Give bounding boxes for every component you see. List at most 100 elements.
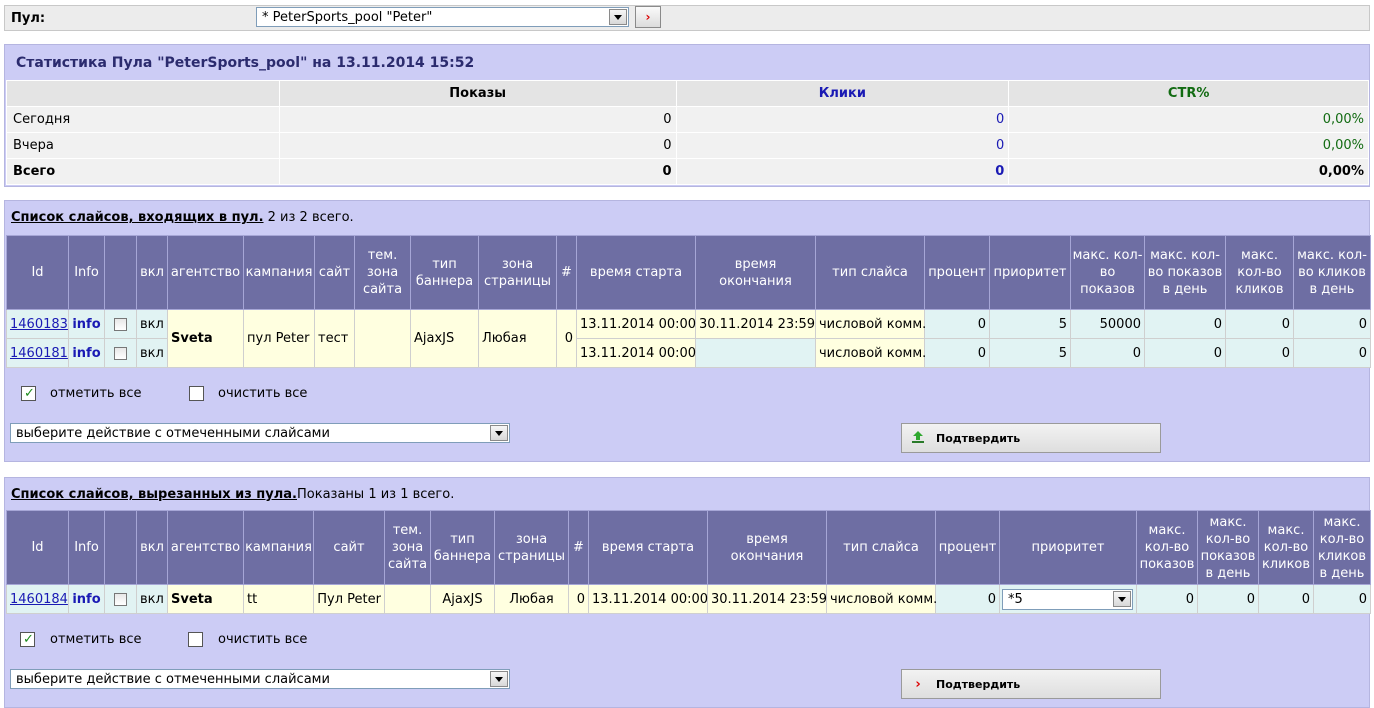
- pool-select-value: * PeterSports_pool "Peter": [262, 9, 433, 25]
- slice-end: 30.11.2014 23:59: [695, 309, 816, 339]
- slice-info-link[interactable]: info: [72, 346, 100, 361]
- slice-priority: 5: [989, 309, 1071, 339]
- col-max-clicks: макс. кол-во кликов: [1258, 510, 1314, 585]
- stats-row-label: Вчера: [6, 132, 280, 159]
- slice-id-link[interactable]: 1460181: [10, 346, 68, 361]
- slice-percent: 0: [924, 338, 990, 368]
- col-id[interactable]: Id: [6, 235, 69, 310]
- chevron-down-icon: [1113, 591, 1131, 607]
- slice-campaign: пул Peter: [243, 309, 315, 368]
- included-confirm-button[interactable]: Подтвердить: [901, 423, 1161, 453]
- col-max-views-day: макс. кол-во показов в день: [1144, 235, 1226, 310]
- pool-go-button[interactable]: ›: [635, 6, 661, 28]
- slice-info-link[interactable]: info: [72, 592, 100, 607]
- col-max-views: макс. кол-во показов: [1136, 510, 1198, 585]
- excluded-title: Список слайсов, вырезанных из пула.Показ…: [11, 487, 454, 502]
- slice-max-clicks-day: 0: [1293, 338, 1371, 368]
- check-all-control[interactable]: ✓ отметить все: [20, 632, 142, 647]
- stats-clicks: 0: [675, 106, 1010, 133]
- clear-all-control[interactable]: очистить все: [189, 386, 307, 401]
- slice-site: тест: [314, 309, 355, 368]
- col-max-clicks: макс. кол-во кликов: [1225, 235, 1294, 310]
- col-banner: тип баннера: [430, 510, 495, 585]
- stats-header-clicks: Клики: [675, 80, 1010, 107]
- col-start: время старта: [576, 235, 696, 310]
- upload-arrow-icon: [910, 430, 926, 447]
- col-max-clicks-day: макс. кол-во кликов в день: [1313, 510, 1371, 585]
- col-percent: процент: [935, 510, 1000, 585]
- slice-start: 13.11.2014 00:00: [576, 309, 696, 339]
- slice-start: 13.11.2014 00:00: [588, 584, 708, 614]
- included-slices-panel: Список слайсов, входящих в пул. 2 из 2 в…: [4, 200, 1371, 462]
- col-id[interactable]: Id: [6, 510, 69, 585]
- col-campaign: кампания: [243, 510, 314, 585]
- included-action-select[interactable]: выберите действие с отмеченными слайсами: [10, 423, 510, 443]
- arrow-right-icon: ›: [915, 676, 921, 692]
- slice-max-views-day: 0: [1144, 309, 1226, 339]
- excluded-confirm-button[interactable]: › Подтвердить: [901, 669, 1161, 699]
- slice-type: числовой комм.: [815, 309, 926, 339]
- stats-views: 0: [278, 158, 677, 185]
- stats-row-label: Всего: [6, 158, 280, 185]
- col-percent: процент: [924, 235, 990, 310]
- stats-ctr: 0,00%: [1008, 158, 1369, 185]
- included-slices-table: Id Info вкл агентство кампания сайт тем.…: [6, 235, 1371, 368]
- slice-id-link[interactable]: 1460183: [10, 317, 68, 332]
- priority-select[interactable]: *5: [1002, 588, 1133, 610]
- check-all-label: отметить все: [50, 386, 142, 401]
- excluded-action-select[interactable]: выберите действие с отмеченными слайсами: [10, 669, 510, 689]
- check-all-icon: ✓: [20, 632, 35, 647]
- stats-views: 0: [278, 106, 677, 133]
- slice-max-clicks: 0: [1225, 338, 1294, 368]
- included-title-link[interactable]: Список слайсов, входящих в пул.: [11, 210, 264, 225]
- stats-table: Показы Клики CTR% Сегодня 0 0 0,00% Вчер…: [6, 80, 1369, 185]
- stats-views: 0: [278, 132, 677, 159]
- col-max-clicks-day: макс. кол-во кликов в день: [1293, 235, 1371, 310]
- slice-max-views: 50000: [1070, 309, 1145, 339]
- slice-banner: AjaxJS: [410, 309, 479, 368]
- slice-on: вкл: [136, 584, 168, 614]
- stats-row-label: Сегодня: [6, 106, 280, 133]
- col-zone: зона страницы: [494, 510, 569, 585]
- slice-type: числовой комм.: [826, 584, 937, 614]
- col-check: [104, 235, 137, 310]
- included-title: Список слайсов, входящих в пул. 2 из 2 в…: [11, 210, 354, 225]
- arrow-right-icon: ›: [645, 10, 651, 24]
- slice-max-clicks-day: 0: [1293, 309, 1371, 339]
- excluded-title-link[interactable]: Список слайсов, вырезанных из пула.: [11, 487, 297, 502]
- table-row: 1460184 info вкл Sveta tt Пул Peter Ajax…: [6, 584, 1371, 614]
- chevron-down-icon: [609, 9, 627, 25]
- slice-end: [695, 338, 816, 368]
- col-agency: агентство: [167, 510, 244, 585]
- col-end: время окончания: [707, 510, 827, 585]
- stats-clicks: 0: [675, 132, 1010, 159]
- slice-info-link[interactable]: info: [72, 317, 100, 332]
- priority-select-value: *5: [1008, 591, 1023, 607]
- col-site: сайт: [313, 510, 385, 585]
- slice-on: вкл: [136, 309, 168, 339]
- col-banner: тип баннера: [410, 235, 479, 310]
- clear-all-icon: [188, 632, 203, 647]
- confirm-label: Подтвердить: [936, 431, 1021, 445]
- chevron-down-icon: [490, 425, 508, 441]
- stats-header-ctr: CTR%: [1008, 80, 1369, 107]
- col-slice-type: тип слайса: [815, 235, 925, 310]
- slice-start: 13.11.2014 00:00: [576, 338, 696, 368]
- action-select-value: выберите действие с отмеченными слайсами: [16, 425, 330, 441]
- slice-checkbox[interactable]: [114, 592, 127, 606]
- slice-checkbox[interactable]: [114, 317, 127, 331]
- slice-zone: Любая: [494, 584, 569, 614]
- col-max-views: макс. кол-во показов: [1070, 235, 1145, 310]
- slice-id-link[interactable]: 1460184: [10, 592, 68, 607]
- pool-select[interactable]: * PeterSports_pool "Peter": [256, 7, 629, 27]
- slice-checkbox[interactable]: [114, 346, 127, 360]
- check-all-control[interactable]: ✓ отметить все: [21, 386, 142, 401]
- slice-theme: [384, 584, 431, 614]
- col-on: вкл: [136, 510, 168, 585]
- col-priority: приоритет: [989, 235, 1071, 310]
- clear-all-control[interactable]: очистить все: [188, 632, 307, 647]
- col-on: вкл: [136, 235, 168, 310]
- col-check: [104, 510, 137, 585]
- col-start: время старта: [588, 510, 708, 585]
- slice-percent: 0: [935, 584, 1000, 614]
